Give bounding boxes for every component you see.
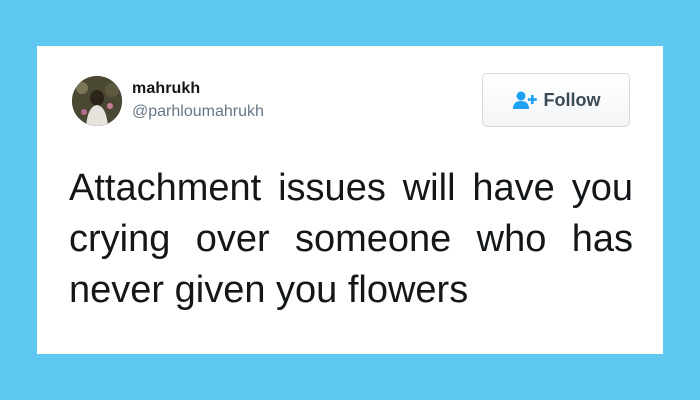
follow-button-label: Follow — [543, 89, 601, 110]
tweet-card: mahrukh @parhloumahrukh Follow Attachmen… — [37, 46, 663, 354]
display-name[interactable]: mahrukh — [132, 80, 200, 98]
follow-button[interactable]: Follow — [482, 73, 630, 127]
avatar[interactable] — [72, 76, 122, 126]
tweet-screenshot: mahrukh @parhloumahrukh Follow Attachmen… — [0, 0, 700, 400]
profile-photo-icon — [72, 76, 122, 126]
add-user-icon — [512, 90, 538, 110]
user-handle[interactable]: @parhloumahrukh — [132, 103, 264, 121]
tweet-text: Attachment issues will have you crying o… — [69, 167, 633, 311]
